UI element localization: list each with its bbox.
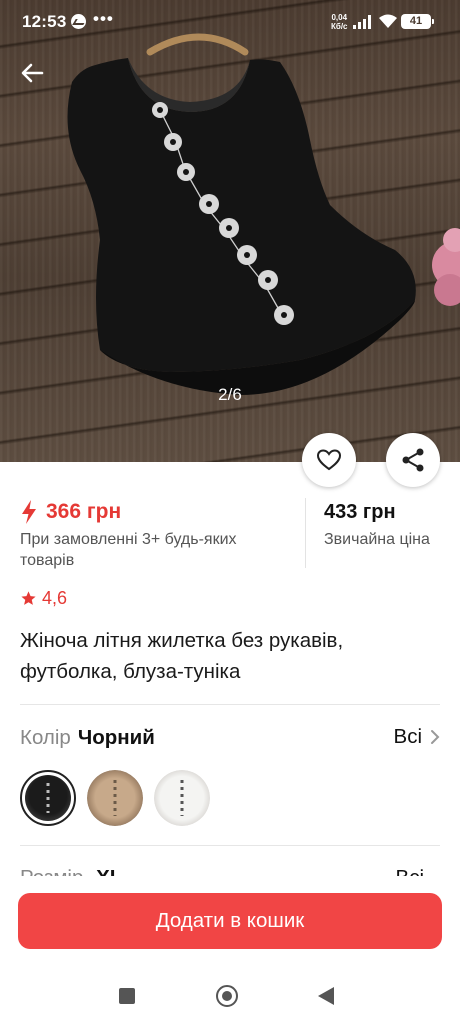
color-swatches [20,770,210,826]
home-icon[interactable] [216,985,238,1007]
status-bar: 12:53 ••• 0,04 Кб/с 41 [0,0,460,44]
back-button[interactable] [14,56,54,90]
recent-apps-icon[interactable] [119,988,135,1004]
price-divider [305,498,306,568]
image-counter: 2/6 [218,385,242,404]
swatch-image-black [25,775,71,821]
star-icon [21,591,36,605]
divider [20,704,440,705]
color-swatch-black[interactable] [20,770,76,826]
signal-icon [353,15,373,29]
network-speed: 0,04 Кб/с [331,13,348,31]
rating-value: 4,6 [42,588,68,608]
swatch-image-beige [87,770,143,826]
rating[interactable]: 4,6 [20,588,67,609]
swatch-pattern [46,783,50,813]
regular-price: 433 грн [324,501,396,523]
regular-price-label: Звичайна ціна [324,531,430,548]
regular-price-block: 433 грн Звичайна ціна [324,496,430,550]
favorite-button[interactable] [302,433,356,487]
promo-condition: При замовленні 3+ будь-яких товарів [20,531,237,569]
divider [20,845,440,846]
promo-price-row: 366 грн [20,496,290,528]
add-to-cart-button[interactable]: Додати в кошик [18,893,442,949]
heart-icon [316,449,342,471]
back-triangle-icon[interactable] [318,987,334,1005]
color-all-link[interactable]: Всі [394,725,440,749]
promo-price-block: 366 грн При замовленні 3+ будь-яких това… [20,496,290,571]
share-icon [402,448,424,472]
promo-price: 366 грн [46,500,122,523]
price-section: 366 грн При замовленні 3+ будь-яких това… [0,496,460,572]
color-selector-row[interactable]: Колір Чорний Всі [20,722,440,754]
network-speed-value: 0,04 [331,13,348,22]
network-speed-unit: Кб/с [331,22,348,31]
color-swatch-white[interactable] [154,770,210,826]
status-time: 12:53 [22,12,67,31]
wifi-icon [379,14,397,28]
arrow-left-icon [21,63,44,83]
color-all-label: Всі [393,725,422,748]
swatch-pattern [113,780,117,816]
system-nav-bar [0,970,460,1024]
chevron-right-icon [431,730,440,744]
battery-icon: 41 [401,14,434,29]
swatch-pattern [180,780,184,816]
product-title: Жіноча літня жилетка без рукавів, футбол… [20,629,344,683]
messenger-icon [71,14,86,29]
status-more-dots: ••• [93,9,114,28]
color-value: Чорний [77,726,155,749]
swatch-image-white [154,770,210,826]
color-swatch-beige[interactable] [87,770,143,826]
lightning-icon [22,500,36,524]
color-label: Колір [20,726,71,749]
share-button[interactable] [386,433,440,487]
